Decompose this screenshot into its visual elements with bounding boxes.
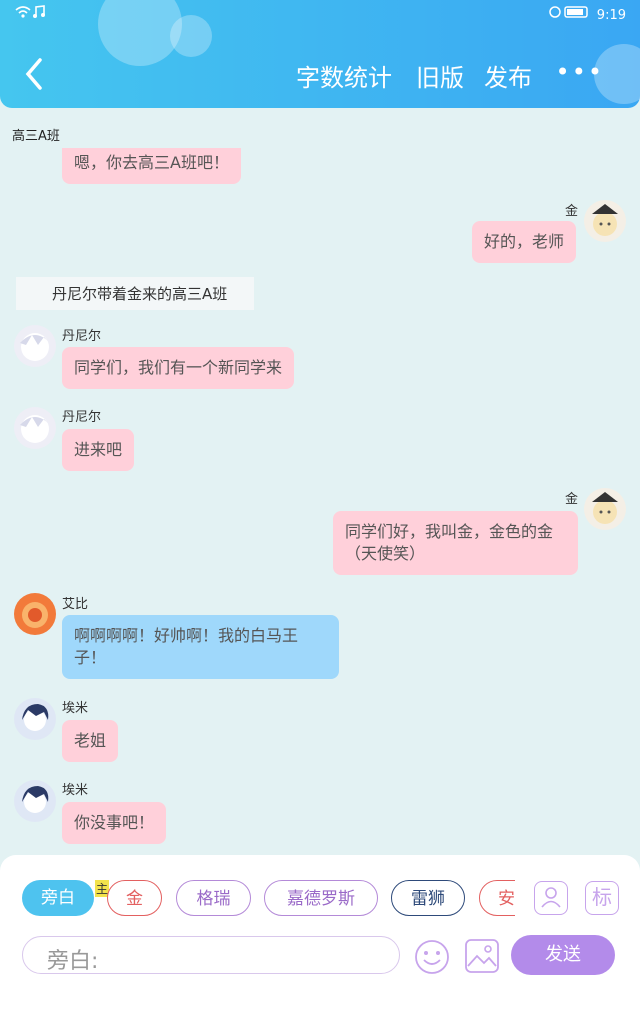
narration-line: 丹尼尔带着金来的高三A班 (16, 277, 254, 310)
chat-bubble[interactable]: 老姐 (62, 720, 119, 762)
top-header: 9:19 字数统计 旧版 发布 ••• (0, 0, 640, 108)
message-text: 嗯，你去高三A班吧！ (74, 153, 229, 172)
label-icon[interactable]: 标 (585, 881, 619, 915)
avatar-jin[interactable] (584, 200, 626, 242)
chat-bubble[interactable]: 你没事吧！ (62, 802, 167, 844)
sender-name: 埃米 (62, 783, 89, 798)
chat-bubble[interactable]: 进来吧 (62, 429, 135, 471)
role-chip-an[interactable]: 安 (479, 880, 515, 916)
chat-bubble[interactable]: 同学们好，我叫金，金色的金 （天使笑） (333, 511, 578, 575)
battery-icon (548, 6, 588, 18)
message-text: 啊啊啊啊！好帅啊！我的白马王 (74, 626, 299, 645)
message-text: （天使笑） (345, 544, 426, 563)
message-input[interactable]: 旁白: (22, 936, 400, 974)
chat-bubble[interactable]: 啊啊啊啊！好帅啊！我的白马王 子！ (62, 615, 339, 679)
status-time: 9:19 (596, 8, 626, 23)
chat-bubble[interactable]: 好的，老师 (472, 221, 577, 263)
role-chip-jiadeluosi[interactable]: 嘉德罗斯 (264, 880, 378, 916)
status-left-icons (14, 5, 48, 23)
message-text: 进来吧 (74, 440, 123, 459)
sender-name: 丹尼尔 (62, 329, 102, 344)
image-icon[interactable] (464, 938, 500, 974)
input-placeholder: 旁白: (47, 949, 99, 974)
status-right: 9:19 (548, 5, 626, 23)
avatar-aimi[interactable] (14, 698, 56, 740)
message-text: 老姐 (74, 731, 107, 750)
message-text: 同学们好，我叫金，金色的金 (345, 522, 554, 541)
room-title: 高三A班 (12, 129, 60, 144)
back-icon[interactable] (20, 56, 48, 92)
message-text: 同学们，我们有一个新同学来 (74, 358, 283, 377)
publish-button[interactable]: 发布 (484, 58, 532, 93)
avatar-daniel[interactable] (14, 407, 56, 449)
avatar-jin[interactable] (584, 488, 626, 530)
sender-name: 埃米 (62, 701, 89, 716)
message-text: 子！ (74, 648, 107, 667)
character-icon[interactable] (534, 881, 568, 915)
old-version-button[interactable]: 旧版 (416, 58, 464, 93)
role-chip-narrator[interactable]: 旁白 (22, 880, 94, 916)
more-button[interactable]: ••• (556, 58, 604, 86)
sender-name: 金 (565, 492, 579, 507)
send-button[interactable]: 发送 (511, 935, 615, 975)
role-chip-gerui[interactable]: 格瑞 (176, 880, 251, 916)
wifi-icon (15, 5, 45, 18)
message-text: 你没事吧！ (74, 813, 155, 832)
avatar-aimi[interactable] (14, 780, 56, 822)
role-chip-an-clip: 安 (479, 880, 515, 916)
role-chip-leishi[interactable]: 雷狮 (391, 880, 465, 916)
role-chip-jin[interactable]: 金 (107, 880, 162, 916)
role-tag-bar: 旁白 主 金 格瑞 嘉德罗斯 雷狮 安 标 (0, 880, 640, 924)
narration-text: 丹尼尔带着金来的高三A班 (52, 285, 228, 303)
emoji-icon[interactable] (413, 938, 451, 976)
sender-name: 艾比 (62, 597, 89, 612)
chat-bubble[interactable]: 同学们，我们有一个新同学来 (62, 347, 295, 389)
chat-bubble[interactable]: 嗯，你去高三A班吧！ (62, 148, 241, 184)
sender-name: 丹尼尔 (62, 410, 102, 425)
avatar-daniel[interactable] (14, 325, 56, 367)
sender-name: 金 (565, 204, 579, 219)
avatar-aibi[interactable] (14, 593, 56, 635)
status-bar: 9:19 (0, 4, 640, 24)
message-text: 好的，老师 (484, 232, 565, 251)
word-count-button[interactable]: 字数统计 (296, 58, 392, 93)
